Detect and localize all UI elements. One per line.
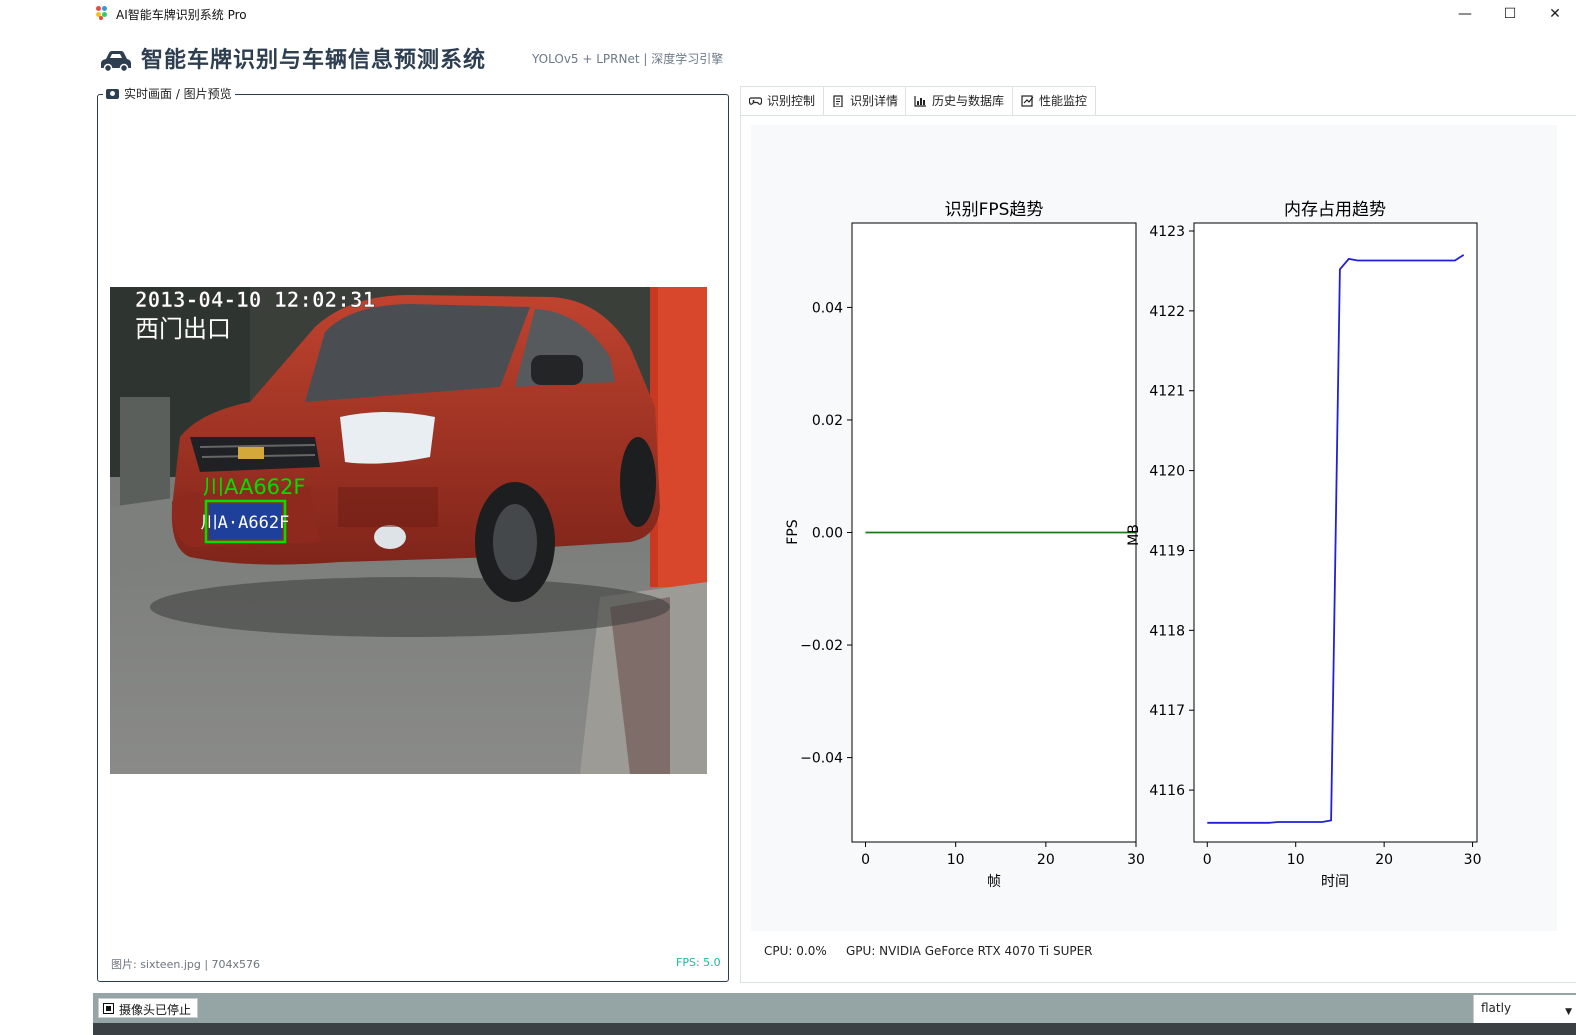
camera-status-label: 摄像头已停止 xyxy=(119,1003,192,1017)
tab-label: 识别详情 xyxy=(850,94,899,108)
check-chart-icon xyxy=(1021,95,1034,107)
memory-x-tick-label: 0 xyxy=(1203,852,1212,868)
fps-y-tick-label: 0.02 xyxy=(812,413,843,429)
fps-y-tick-label: 0.04 xyxy=(812,300,843,316)
memory-x-tick-label: 10 xyxy=(1287,852,1305,868)
fps-x-label: 帧 xyxy=(987,874,1001,890)
car-icon xyxy=(101,51,131,73)
fps-y-tick-label: 0.00 xyxy=(812,526,843,542)
memory-x-tick-label: 30 xyxy=(1464,852,1482,868)
fps-x-tick-label: 30 xyxy=(1127,852,1145,868)
fps-readout: FPS: 5.0 xyxy=(676,956,721,969)
plate-text: 川A·A662F xyxy=(201,513,290,533)
preview-image: 川A·A662F 川AA662F 2013-04-10 12:02:31 西门出… xyxy=(110,287,707,774)
car-photo: 川A·A662F 川AA662F 2013-04-10 12:02:31 西门出… xyxy=(110,287,707,774)
memory-y-tick-label: 4123 xyxy=(1149,224,1185,240)
tab-label: 历史与数据库 xyxy=(932,94,1005,108)
fps-y-tick-label: −0.02 xyxy=(800,638,843,654)
memory-y-tick-label: 4122 xyxy=(1149,304,1185,320)
memory-x-label: 时间 xyxy=(1321,874,1349,890)
fps-x-tick-label: 10 xyxy=(947,852,965,868)
fps-x-tick-label: 0 xyxy=(861,852,870,868)
preview-legend-label: 实时画面 / 图片预览 xyxy=(124,87,232,101)
tab-recognition-control[interactable]: 识别控制 xyxy=(740,86,824,116)
memory-y-tick-label: 4119 xyxy=(1149,543,1185,559)
title-bar: AI智能车牌识别系统 Pro — ☐ ✕ xyxy=(92,0,1576,28)
status-bar xyxy=(93,993,1576,1023)
memory-y-label: MB xyxy=(1126,524,1142,546)
minimize-button[interactable]: — xyxy=(1442,2,1488,26)
tab-label: 性能监控 xyxy=(1039,94,1088,108)
app-window: AI智能车牌识别系统 Pro — ☐ ✕ 智能车牌识别与车辆信息预测系统 YOL… xyxy=(0,0,1576,1035)
preview-legend: 实时画面 / 图片预览 xyxy=(103,85,235,102)
image-info: 图片: sixteen.jpg | 704x576 xyxy=(111,958,261,971)
tab-label: 识别控制 xyxy=(767,94,816,108)
camera-icon xyxy=(106,89,119,99)
performance-charts: 识别FPS趋势 帧 FPS 0 10 20 30 0.04 0.02 0.00 −0.02 −0… xyxy=(751,125,1557,931)
memory-x-tick-label: 20 xyxy=(1375,852,1393,868)
fps-x-tick-label: 20 xyxy=(1037,852,1055,868)
camera-status-button[interactable]: 摄像头已停止 xyxy=(98,998,199,1018)
memory-chart-title: 内存占用趋势 xyxy=(1284,200,1386,220)
gamepad-icon xyxy=(749,97,762,105)
memory-chart: 内存占用趋势 时间 MB 0 10 20 30 4123 4122 4121 4120 4119… xyxy=(1126,200,1481,890)
maximize-button[interactable]: ☐ xyxy=(1487,2,1533,26)
fps-y-tick-label: −0.04 xyxy=(800,751,843,767)
tab-recognition-details[interactable]: 识别详情 xyxy=(823,86,906,116)
charts-canvas: 识别FPS趋势 帧 FPS 0 10 20 30 0.04 0.02 0.00 −0.02 −0… xyxy=(785,200,1481,890)
app-logo-icon xyxy=(96,6,110,20)
gpu-name: GPU: NVIDIA GeForce RTX 4070 Ti SUPER xyxy=(846,944,1093,958)
fps-chart: 识别FPS趋势 帧 FPS 0 10 20 30 0.04 0.02 0.00 −0.02 −0… xyxy=(785,200,1145,890)
close-button[interactable]: ✕ xyxy=(1532,2,1576,26)
memory-y-tick-label: 4121 xyxy=(1149,384,1185,400)
fps-y-label: FPS xyxy=(785,519,801,544)
window-title: AI智能车牌识别系统 Pro xyxy=(116,8,247,22)
memory-y-tick-label: 4118 xyxy=(1149,623,1185,639)
page-subtitle: YOLOv5 + LPRNet | 深度学习引擎 xyxy=(532,52,724,66)
clipboard-icon xyxy=(833,95,843,107)
detected-plate-label: 川AA662F xyxy=(203,475,305,499)
stop-icon xyxy=(103,1003,114,1014)
fps-chart-title: 识别FPS趋势 xyxy=(945,200,1044,220)
bar-chart-icon xyxy=(914,96,926,107)
memory-y-tick-label: 4116 xyxy=(1149,783,1185,799)
overlay-datetime: 2013-04-10 12:02:31 xyxy=(135,288,375,312)
memory-y-tick-label: 4117 xyxy=(1149,703,1185,719)
theme-select[interactable]: flatly ▼ xyxy=(1473,995,1576,1023)
overlay-location: 西门出口 xyxy=(135,315,231,343)
tab-performance-monitor[interactable]: 性能监控 xyxy=(1012,86,1096,116)
chevron-down-icon: ▼ xyxy=(1565,1007,1572,1017)
theme-value: flatly xyxy=(1481,1001,1512,1015)
taskbar-strip xyxy=(93,1023,1576,1035)
memory-y-tick-label: 4120 xyxy=(1149,464,1185,480)
tab-history-database[interactable]: 历史与数据库 xyxy=(905,86,1013,116)
cpu-usage: CPU: 0.0% xyxy=(764,944,827,958)
page-title: 智能车牌识别与车辆信息预测系统 xyxy=(141,48,487,73)
